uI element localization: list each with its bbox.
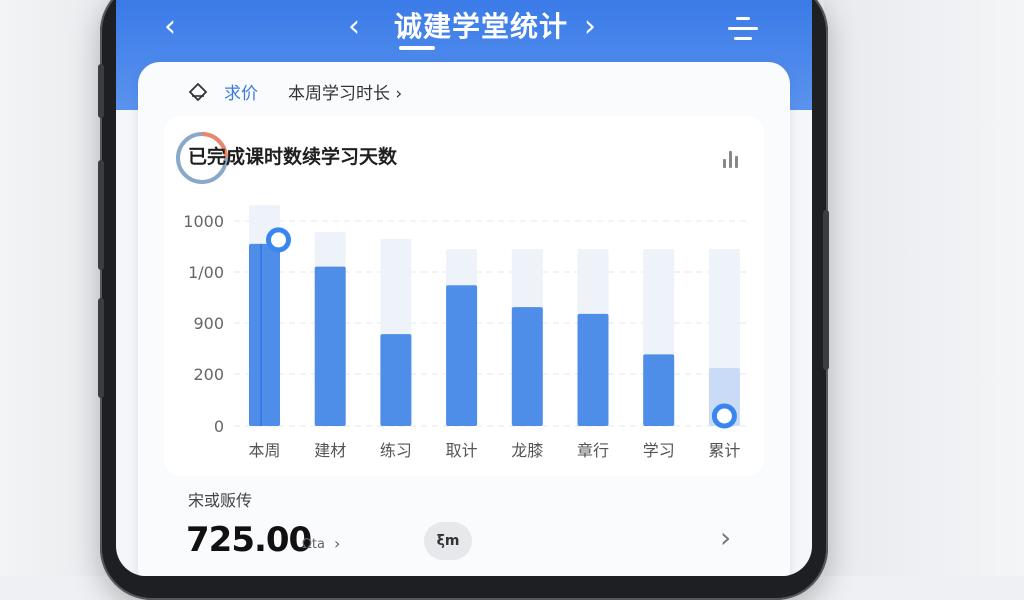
summary-pill-button[interactable]: ξm [424,522,472,560]
phone-volume-up-button [98,160,104,270]
bar [511,307,543,426]
x-tick-label: 本周 [248,441,280,460]
x-tick-label: 学习 [643,441,675,460]
highlight-marker [711,403,737,429]
phone-screen: ‹ ‹ 诚建学堂统计 › 求价 本周学习时长 › 已完成课时数续学习天数 100… [116,0,812,576]
phone-volume-down-button [98,298,104,398]
x-tick-label: 龙膝 [511,441,543,460]
y-tick-label: 900 [193,314,224,333]
highlight-marker [266,227,291,253]
bar [446,285,478,426]
x-tick-label: 累计 [708,441,740,460]
y-tick-label: 0 [214,417,224,436]
chevron-right-icon[interactable]: › [720,520,731,556]
x-tick-label: 建材 [314,441,346,460]
bar [380,334,412,426]
bar [249,243,280,426]
summary-unit: Ωta [302,537,325,552]
phone-power-button [823,210,829,370]
bar [314,266,346,426]
y-tick-label: 1/00 [188,263,224,282]
background-left [0,0,110,576]
bar [577,313,609,426]
summary-chevron-icon[interactable]: › [334,534,340,554]
y-tick-label: 200 [193,365,224,384]
x-tick-label: 练习 [380,441,412,460]
summary-label: 宋或贩传 [188,491,253,510]
y-tick-label: 1000 [183,212,224,231]
summary-value: 725.00 [186,520,312,560]
phone-side-button [98,64,104,118]
bar [643,354,675,426]
x-tick-label: 取计 [446,441,478,460]
background-right [824,0,1024,576]
x-tick-label: 章行 [577,441,609,460]
